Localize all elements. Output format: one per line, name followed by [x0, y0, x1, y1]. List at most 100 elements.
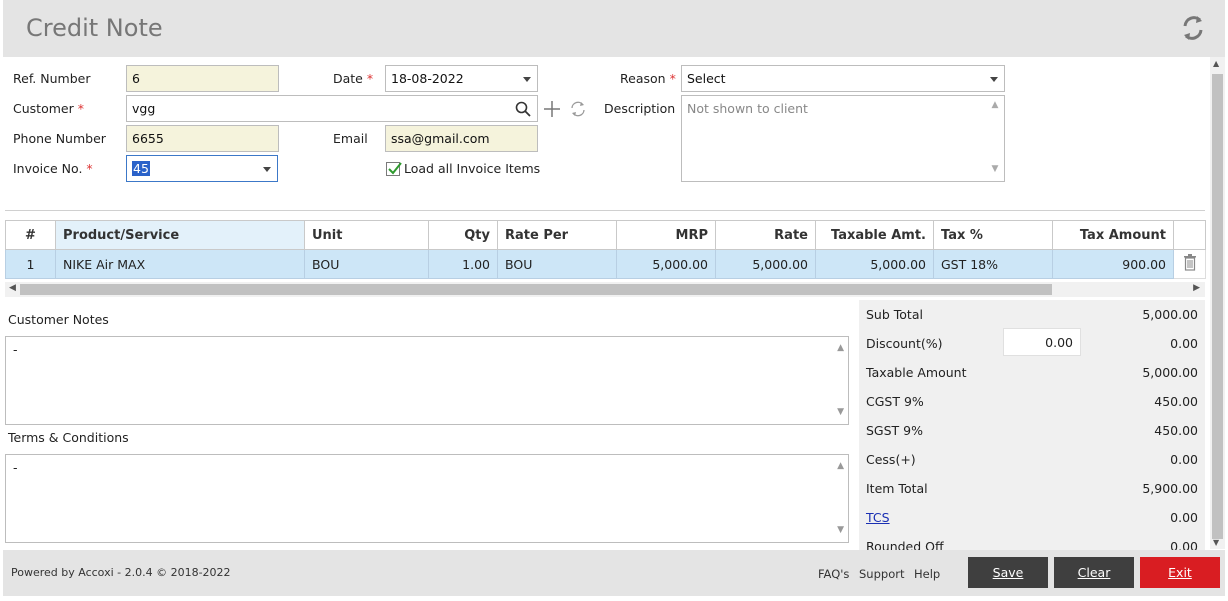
help-link[interactable]: Help	[914, 567, 940, 581]
discount-label: Discount(%)	[866, 336, 943, 351]
col-header-mrp[interactable]: MRP	[616, 220, 716, 250]
cess-label: Cess(+)	[866, 452, 916, 467]
refresh-icon[interactable]	[1179, 12, 1207, 44]
taxable-amount-row: Taxable Amount 5,000.00	[866, 365, 1198, 385]
chevron-down-icon[interactable]	[990, 77, 998, 82]
scroll-up-icon[interactable]: ▲	[837, 461, 844, 471]
scroll-down-icon[interactable]: ▼	[988, 164, 1002, 174]
cell-delete[interactable]	[1173, 249, 1206, 279]
cell-mrp[interactable]: 5,000.00	[616, 249, 716, 279]
cgst-row: CGST 9% 450.00	[866, 394, 1198, 414]
items-table: # Product/Service Unit Qty Rate Per MRP …	[5, 220, 1206, 279]
totals-panel: Sub Total 5,000.00 Discount(%) 0.00 0.00…	[859, 300, 1205, 550]
col-header-qty[interactable]: Qty	[428, 220, 498, 250]
add-customer-icon[interactable]	[543, 100, 561, 118]
cell-num[interactable]: 1	[5, 249, 56, 279]
sgst-row: SGST 9% 450.00	[866, 423, 1198, 443]
scroll-down-icon[interactable]: ▼	[837, 407, 844, 417]
col-header-rate-per[interactable]: Rate Per	[497, 220, 617, 250]
cess-value: 0.00	[1170, 452, 1198, 467]
rounded-off-label: Rounded Off	[866, 539, 944, 550]
discount-value: 0.00	[1170, 336, 1198, 351]
chevron-down-icon[interactable]	[263, 167, 271, 172]
terms-label: Terms & Conditions	[8, 430, 129, 445]
scroll-down-icon[interactable]: ▼	[837, 525, 844, 535]
footer: Powered by Accoxi - 2.0.4 © 2018-2022 FA…	[3, 550, 1225, 596]
taxable-amount-value: 5,000.00	[1142, 365, 1198, 380]
cell-rate-per[interactable]: BOU	[497, 249, 617, 279]
invoice-label: Invoice No. *	[13, 161, 93, 176]
cess-row: Cess(+) 0.00	[866, 452, 1198, 472]
cell-product[interactable]: NIKE Air MAX	[55, 249, 305, 279]
taxable-amount-label: Taxable Amount	[866, 365, 967, 380]
powered-by-text: Powered by Accoxi - 2.0.4 © 2018-2022	[11, 566, 231, 579]
col-header-num[interactable]: #	[5, 220, 56, 250]
clear-button[interactable]: Clear	[1054, 557, 1134, 588]
description-textarea[interactable]: Not shown to client ▲ ▼	[681, 95, 1005, 182]
customer-notes-label: Customer Notes	[8, 312, 109, 327]
reason-select[interactable]: Select	[681, 65, 1005, 92]
col-header-product[interactable]: Product/Service	[55, 220, 305, 250]
reason-label: Reason *	[620, 71, 676, 86]
sub-total-row: Sub Total 5,000.00	[866, 307, 1198, 327]
discount-input[interactable]: 0.00	[1003, 328, 1081, 356]
table-row[interactable]: 1 NIKE Air MAX BOU 1.00 BOU 5,000.00 5,0…	[5, 249, 1206, 279]
description-label: Description	[604, 101, 676, 116]
save-button[interactable]: Save	[968, 557, 1048, 588]
page-header: Credit Note	[3, 0, 1225, 57]
scrollbar-thumb[interactable]	[1212, 74, 1223, 539]
load-all-label[interactable]: Load all Invoice Items	[404, 161, 540, 176]
cell-tax-pct[interactable]: GST 18%	[933, 249, 1053, 279]
vertical-scrollbar[interactable]: ▲ ▼	[1210, 57, 1225, 549]
col-header-taxable[interactable]: Taxable Amt.	[815, 220, 934, 250]
sgst-value: 450.00	[1154, 423, 1198, 438]
refresh-customer-icon[interactable]	[569, 100, 587, 118]
phone-field[interactable]: 6655	[126, 125, 279, 152]
terms-textarea[interactable]: - ▲ ▼	[5, 454, 849, 543]
tcs-link[interactable]: TCS	[866, 510, 890, 525]
sub-total-value: 5,000.00	[1142, 307, 1198, 322]
exit-button[interactable]: Exit	[1140, 557, 1220, 588]
item-total-label: Item Total	[866, 481, 928, 496]
scroll-up-icon[interactable]: ▲	[1213, 59, 1219, 68]
page-title: Credit Note	[26, 14, 163, 42]
faqs-link[interactable]: FAQ's	[818, 567, 849, 581]
col-header-tax-pct[interactable]: Tax %	[933, 220, 1053, 250]
trash-icon[interactable]	[1183, 254, 1197, 271]
scrollbar-thumb[interactable]	[20, 284, 1052, 295]
check-icon	[388, 162, 402, 175]
chevron-down-icon[interactable]	[523, 77, 531, 82]
email-field[interactable]: ssa@gmail.com	[385, 125, 538, 152]
cell-rate[interactable]: 5,000.00	[715, 249, 816, 279]
support-link[interactable]: Support	[859, 567, 904, 581]
search-icon[interactable]	[515, 101, 531, 117]
customer-notes-textarea[interactable]: - ▲ ▼	[5, 336, 849, 425]
invoice-select[interactable]: 45	[126, 155, 278, 182]
cell-unit[interactable]: BOU	[304, 249, 429, 279]
horizontal-scrollbar[interactable]: ◀ ▶	[5, 282, 1205, 297]
email-label: Email	[333, 131, 368, 146]
customer-field[interactable]: vgg	[126, 95, 538, 122]
scroll-down-icon[interactable]: ▼	[1213, 538, 1219, 547]
phone-label: Phone Number	[13, 131, 106, 146]
scroll-up-icon[interactable]: ▲	[837, 343, 844, 353]
cgst-value: 450.00	[1154, 394, 1198, 409]
col-header-tax-amount[interactable]: Tax Amount	[1052, 220, 1174, 250]
col-header-actions	[1173, 220, 1206, 250]
item-total-row: Item Total 5,900.00	[866, 481, 1198, 501]
ref-number-field[interactable]: 6	[126, 65, 279, 92]
date-field[interactable]: 18-08-2022	[385, 65, 538, 92]
date-label: Date *	[333, 71, 374, 86]
load-all-checkbox[interactable]	[386, 162, 402, 176]
col-header-rate[interactable]: Rate	[715, 220, 816, 250]
customer-label: Customer *	[13, 101, 84, 116]
tcs-value: 0.00	[1170, 510, 1198, 525]
scroll-up-icon[interactable]: ▲	[988, 100, 1002, 110]
cell-tax-amount[interactable]: 900.00	[1052, 249, 1174, 279]
cell-qty[interactable]: 1.00	[428, 249, 498, 279]
scroll-left-icon[interactable]: ◀	[9, 283, 16, 293]
col-header-unit[interactable]: Unit	[304, 220, 429, 250]
rounded-off-value: 0.00	[1170, 539, 1198, 550]
scroll-right-icon[interactable]: ▶	[1193, 283, 1200, 293]
cell-taxable[interactable]: 5,000.00	[815, 249, 934, 279]
